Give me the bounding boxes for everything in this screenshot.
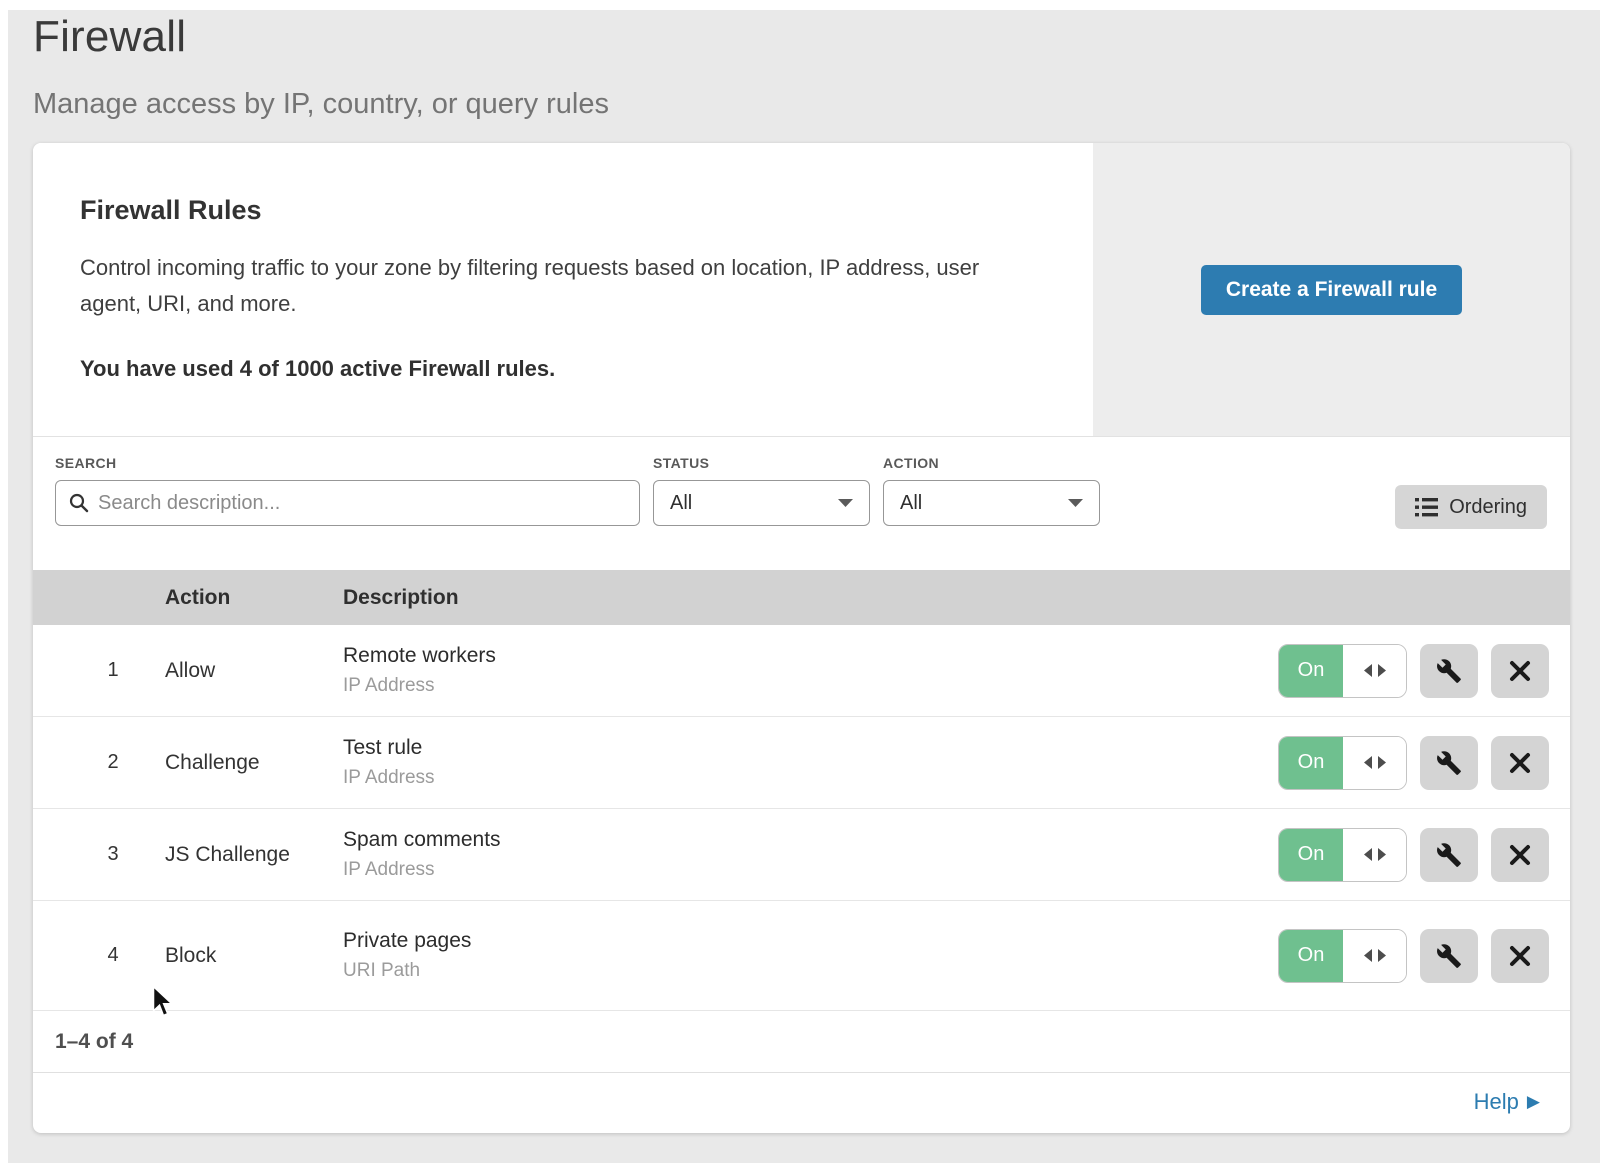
chevron-down-icon xyxy=(1068,498,1083,508)
action-select-value: All xyxy=(900,492,1068,515)
table-row: 2 Challenge Test rule IP Address On xyxy=(33,717,1570,809)
filters-bar: SEARCH STATUS All xyxy=(33,437,1570,570)
rule-description: Private pages xyxy=(343,929,1278,953)
delete-rule-button[interactable] xyxy=(1491,644,1549,698)
rule-enabled-toggle[interactable]: On xyxy=(1278,828,1407,882)
column-header-description: Description xyxy=(343,586,1570,610)
wrench-icon xyxy=(1436,658,1462,684)
close-icon xyxy=(1509,844,1531,866)
table-row: 1 Allow Remote workers IP Address On xyxy=(33,625,1570,717)
toggle-on-label: On xyxy=(1279,645,1343,697)
rule-action: Challenge xyxy=(165,751,343,775)
rule-match-type: IP Address xyxy=(343,859,1278,881)
page-title: Firewall xyxy=(33,12,1600,62)
rule-priority: 3 xyxy=(61,843,165,866)
firewall-rules-summary: Firewall Rules Control incoming traffic … xyxy=(33,143,1570,437)
rule-enabled-toggle[interactable]: On xyxy=(1278,644,1407,698)
rule-description: Spam comments xyxy=(343,828,1278,852)
close-icon xyxy=(1509,752,1531,774)
page-background: Firewall Manage access by IP, country, o… xyxy=(8,10,1600,1163)
toggle-on-label: On xyxy=(1279,737,1343,789)
rule-match-type: IP Address xyxy=(343,767,1278,789)
caret-right-icon: ▶ xyxy=(1527,1092,1540,1112)
pagination: 1–4 of 4 xyxy=(33,1011,1570,1073)
action-select[interactable]: All xyxy=(883,480,1100,526)
ordering-list-icon xyxy=(1415,498,1438,517)
column-header-action: Action xyxy=(165,586,343,610)
search-label: SEARCH xyxy=(55,455,640,471)
search-input[interactable] xyxy=(98,492,627,515)
delete-rule-button[interactable] xyxy=(1491,736,1549,790)
toggle-arrows-icon xyxy=(1343,829,1406,881)
delete-rule-button[interactable] xyxy=(1491,828,1549,882)
wrench-icon xyxy=(1436,842,1462,868)
toggle-on-label: On xyxy=(1279,829,1343,881)
card-footer: Help ▶ xyxy=(33,1073,1570,1130)
firewall-rules-description: Control incoming traffic to your zone by… xyxy=(80,250,1030,323)
rule-description: Remote workers xyxy=(343,644,1278,668)
create-firewall-rule-button[interactable]: Create a Firewall rule xyxy=(1201,265,1462,315)
rule-priority: 2 xyxy=(61,751,165,774)
table-row: 3 JS Challenge Spam comments IP Address … xyxy=(33,809,1570,901)
rule-action: JS Challenge xyxy=(165,843,343,867)
rule-match-type: IP Address xyxy=(343,675,1278,697)
firewall-card: Firewall Rules Control incoming traffic … xyxy=(33,143,1570,1133)
toggle-on-label: On xyxy=(1279,930,1343,982)
status-label: STATUS xyxy=(653,455,870,471)
rules-usage-text: You have used 4 of 1000 active Firewall … xyxy=(80,356,1033,382)
help-link-label: Help xyxy=(1474,1089,1519,1115)
chevron-down-icon xyxy=(838,498,853,508)
table-row: 4 Block Private pages URI Path On xyxy=(33,901,1570,1011)
page-subtitle: Manage access by IP, country, or query r… xyxy=(33,88,1600,121)
rule-enabled-toggle[interactable]: On xyxy=(1278,736,1407,790)
edit-rule-button[interactable] xyxy=(1420,828,1478,882)
toggle-arrows-icon xyxy=(1343,737,1406,789)
close-icon xyxy=(1509,945,1531,967)
help-link[interactable]: Help ▶ xyxy=(1474,1089,1540,1115)
edit-rule-button[interactable] xyxy=(1420,929,1478,983)
wrench-icon xyxy=(1436,943,1462,969)
rule-priority: 4 xyxy=(61,944,165,967)
edit-rule-button[interactable] xyxy=(1420,736,1478,790)
status-select[interactable]: All xyxy=(653,480,870,526)
search-box[interactable] xyxy=(55,480,640,526)
edit-rule-button[interactable] xyxy=(1420,644,1478,698)
close-icon xyxy=(1509,660,1531,682)
rule-priority: 1 xyxy=(61,659,165,682)
delete-rule-button[interactable] xyxy=(1491,929,1549,983)
firewall-rules-heading: Firewall Rules xyxy=(80,195,1033,226)
pagination-range: 1–4 of 4 xyxy=(55,1030,133,1054)
table-header: Action Description xyxy=(33,570,1570,625)
rule-action: Block xyxy=(165,944,343,968)
toggle-arrows-icon xyxy=(1343,645,1406,697)
status-select-value: All xyxy=(670,492,838,515)
ordering-button-label: Ordering xyxy=(1449,496,1527,519)
wrench-icon xyxy=(1436,750,1462,776)
ordering-button[interactable]: Ordering xyxy=(1395,485,1547,529)
rule-enabled-toggle[interactable]: On xyxy=(1278,929,1407,983)
rule-match-type: URI Path xyxy=(343,960,1278,982)
rule-description: Test rule xyxy=(343,736,1278,760)
action-label: ACTION xyxy=(883,455,1100,471)
rule-action: Allow xyxy=(165,659,343,683)
toggle-arrows-icon xyxy=(1343,930,1406,982)
search-icon xyxy=(68,492,90,514)
